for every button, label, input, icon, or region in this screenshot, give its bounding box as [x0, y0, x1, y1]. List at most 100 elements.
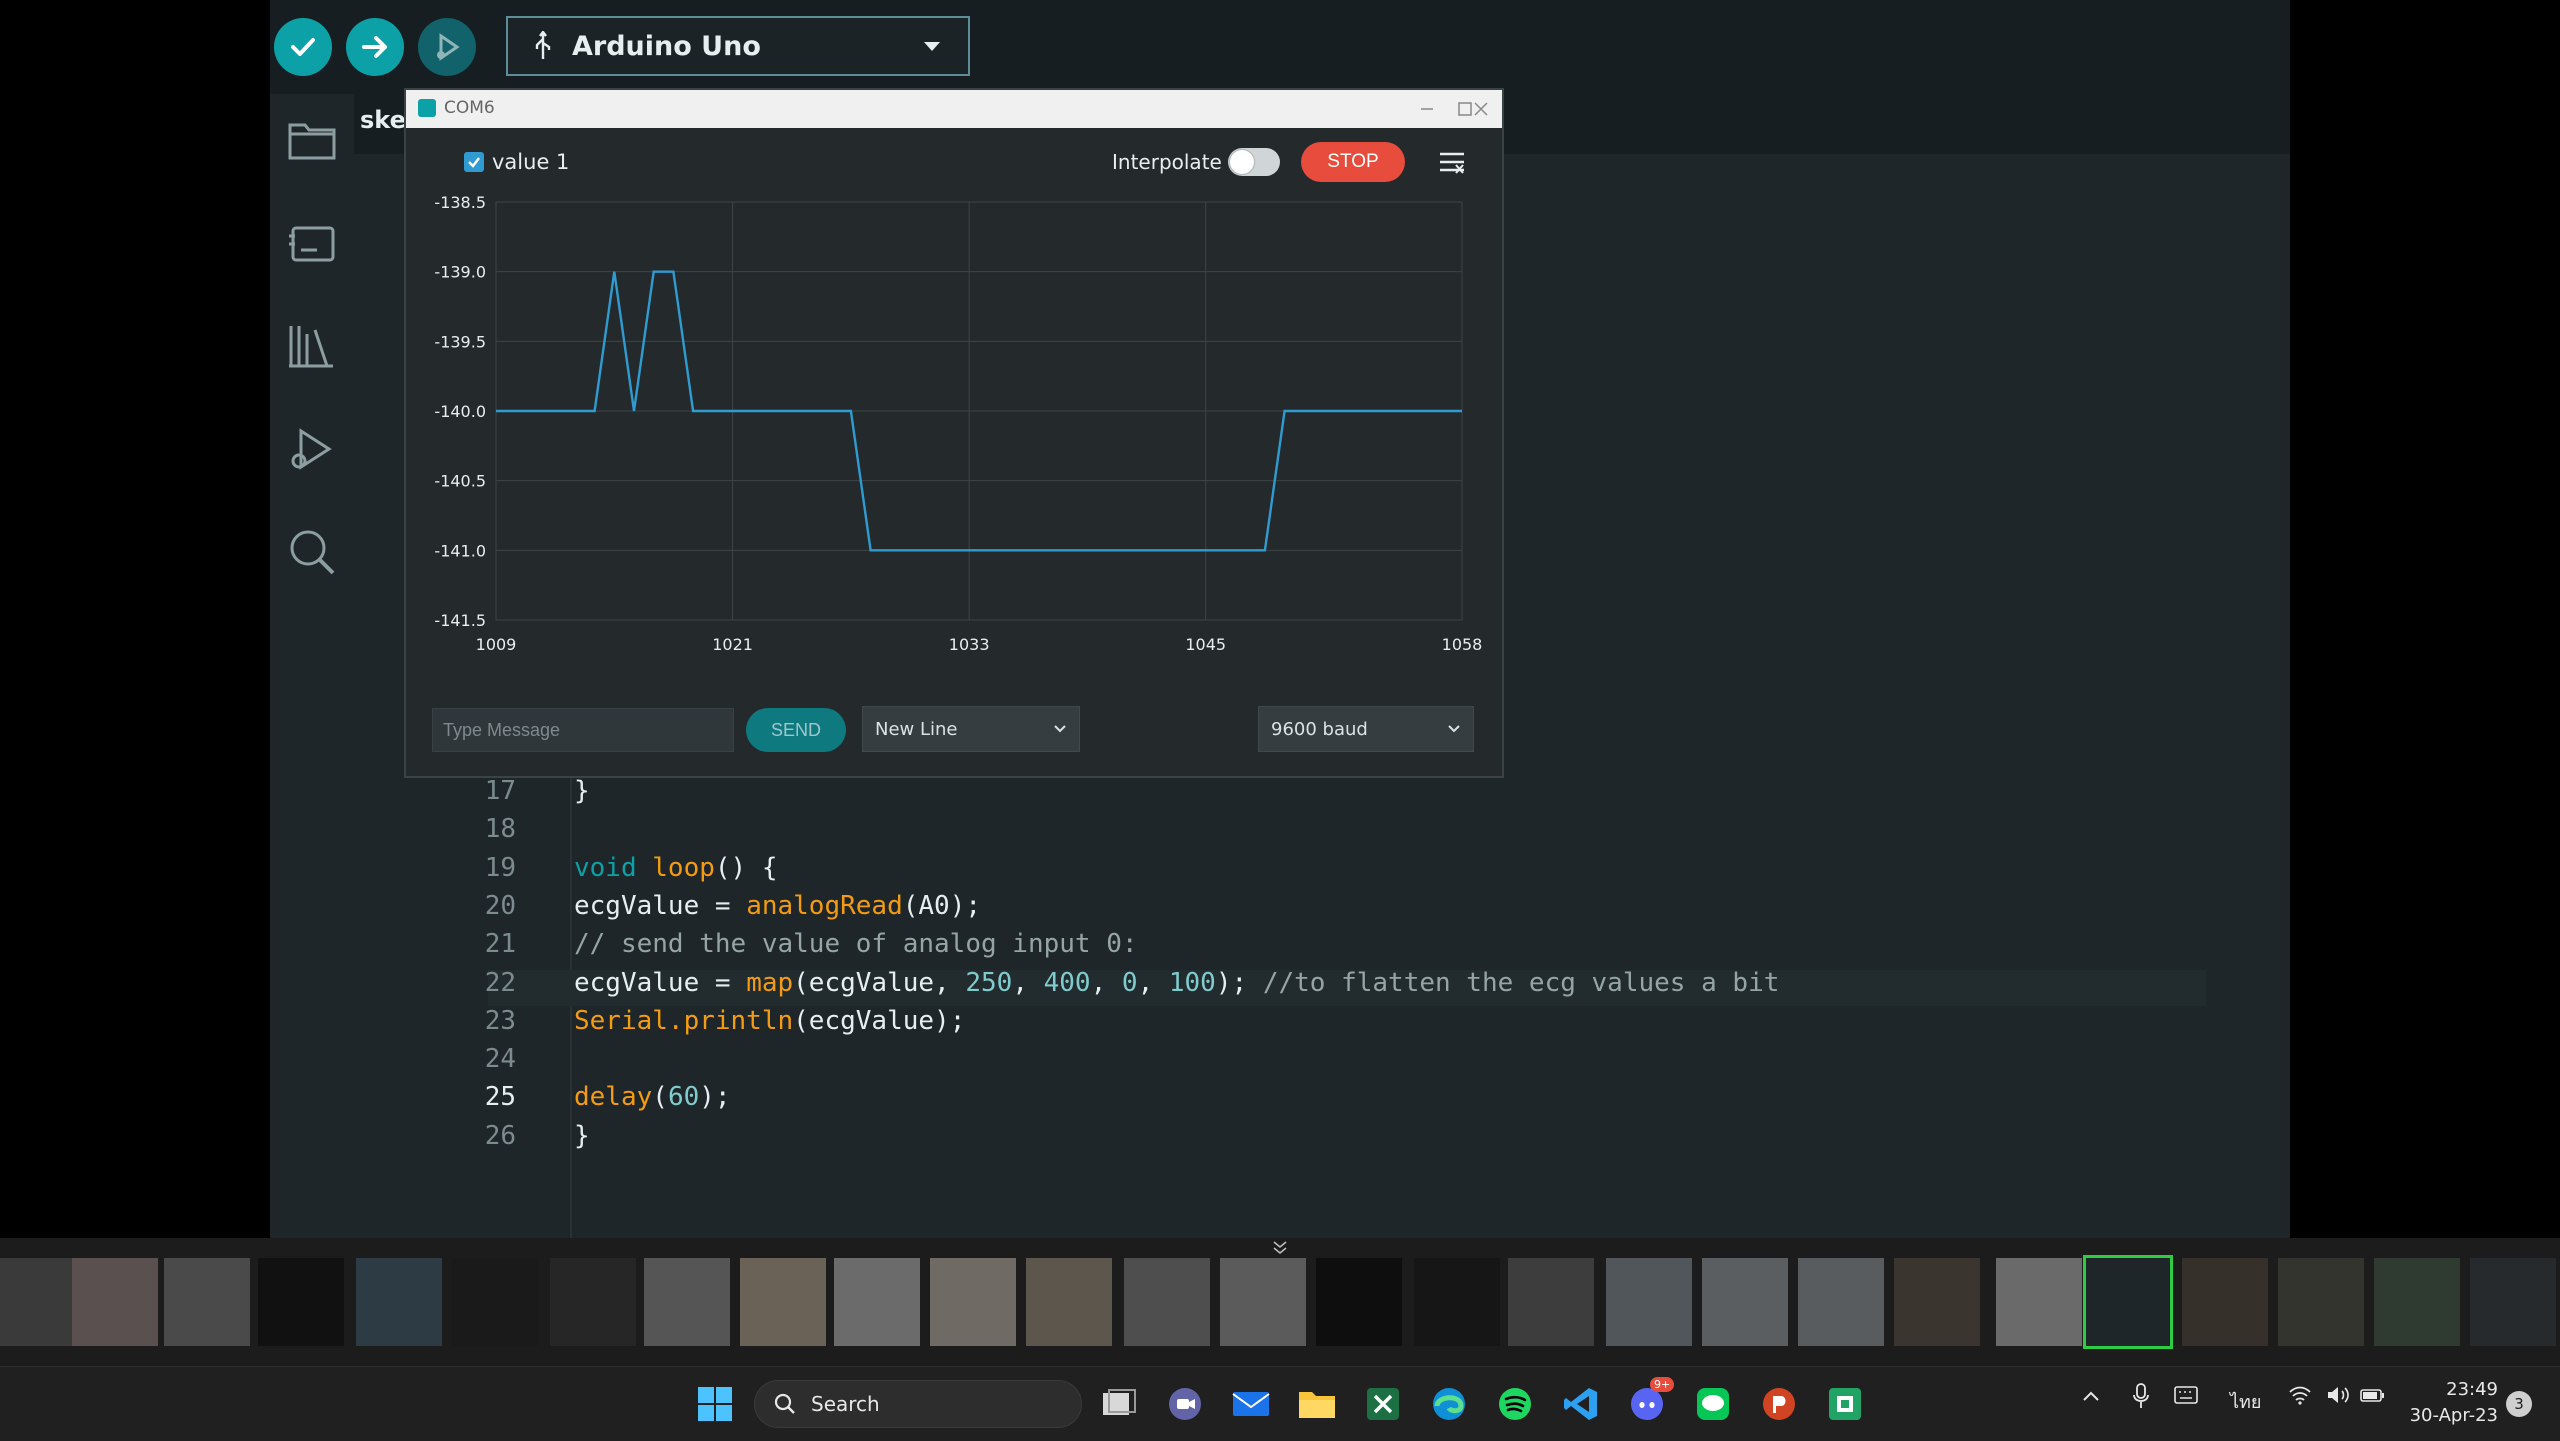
- system-clock[interactable]: 23:49 30-Apr-23: [2408, 1377, 2498, 1429]
- baud-rate-select[interactable]: 9600 baud: [1258, 706, 1474, 752]
- wifi-button[interactable]: [2288, 1385, 2312, 1410]
- window-thumbnail[interactable]: [1894, 1258, 1980, 1346]
- window-thumbnail[interactable]: [644, 1258, 730, 1346]
- toggle-knob: [1230, 150, 1254, 174]
- line-button[interactable]: [1690, 1381, 1736, 1427]
- verify-button[interactable]: [274, 18, 332, 76]
- window-thumbnail[interactable]: [1220, 1258, 1306, 1346]
- send-button[interactable]: SEND: [746, 708, 846, 752]
- debug-button[interactable]: [418, 18, 476, 76]
- code-line[interactable]: void loop() {: [574, 853, 778, 883]
- window-thumbnail[interactable]: [834, 1258, 920, 1346]
- window-thumbnail[interactable]: [1316, 1258, 1402, 1346]
- debugger-button[interactable]: [282, 418, 342, 478]
- boards-manager-button[interactable]: [282, 214, 342, 274]
- chevron-up-icon: [2083, 1391, 2099, 1401]
- spotify-button[interactable]: [1492, 1381, 1538, 1427]
- board-selector[interactable]: Arduino Uno: [506, 16, 970, 76]
- window-thumbnail[interactable]: [2470, 1258, 2556, 1346]
- taskbar-search[interactable]: Search: [754, 1380, 1082, 1428]
- chevron-down-icon[interactable]: [1270, 1240, 1290, 1256]
- library-manager-button[interactable]: [282, 316, 342, 376]
- mail-button[interactable]: [1228, 1381, 1274, 1427]
- code-line[interactable]: ecgValue = analogRead(A0);: [574, 891, 981, 921]
- line-ending-select[interactable]: New Line: [862, 706, 1080, 752]
- window-thumbnail[interactable]: [2374, 1258, 2460, 1346]
- edge-icon: [1433, 1388, 1465, 1420]
- plot-chart: -138.5 -139.0 -139.5 -140.0 -140.5 -141.0 -141…: [434, 193, 1482, 654]
- notification-badge[interactable]: 3: [2506, 1391, 2532, 1417]
- series-checkbox[interactable]: [464, 152, 484, 172]
- code-line[interactable]: // send the value of analog input 0:: [574, 929, 1138, 959]
- battery-button[interactable]: [2360, 1385, 2386, 1410]
- search-button[interactable]: [282, 522, 342, 582]
- window-thumbnail[interactable]: [356, 1258, 442, 1346]
- app-button[interactable]: [1822, 1381, 1868, 1427]
- window-thumbnail[interactable]: [72, 1258, 158, 1346]
- excel-button[interactable]: [1360, 1381, 1406, 1427]
- clock-date: 30-Apr-23: [2409, 1405, 2498, 1426]
- minimize-button[interactable]: [1414, 96, 1440, 122]
- debug-icon: [437, 33, 460, 61]
- window-thumbnail[interactable]: [1606, 1258, 1692, 1346]
- window-thumbnail[interactable]: [1702, 1258, 1788, 1346]
- y-tick-label: -141.5: [434, 611, 486, 630]
- window-thumbnail[interactable]: [1414, 1258, 1500, 1346]
- clear-menu-button[interactable]: [1436, 148, 1468, 178]
- window-thumbnail[interactable]: [452, 1258, 538, 1346]
- ide-toolbar: Arduino Uno: [270, 0, 2290, 94]
- window-thumbnail[interactable]: [258, 1258, 344, 1346]
- series-label: value 1: [492, 150, 570, 174]
- window-thumbnail[interactable]: [1124, 1258, 1210, 1346]
- clock-time: 23:49: [2446, 1379, 2498, 1400]
- keyboard-button[interactable]: [2174, 1385, 2198, 1410]
- microphone-button[interactable]: [2132, 1383, 2150, 1414]
- y-tick-label: -139.5: [434, 332, 486, 351]
- window-thumbnail[interactable]: [2182, 1258, 2268, 1346]
- teams-button[interactable]: [1162, 1381, 1208, 1427]
- code-line[interactable]: ecgValue = map(ecgValue, 250, 400, 0, 10…: [574, 968, 1779, 998]
- interpolate-toggle[interactable]: [1228, 148, 1280, 176]
- window-thumbnail[interactable]: [2083, 1255, 2173, 1349]
- task-view-button[interactable]: [1096, 1381, 1142, 1427]
- line-number: 22: [484, 967, 516, 998]
- window-thumbnail[interactable]: [1996, 1258, 2082, 1346]
- stop-button[interactable]: STOP: [1301, 142, 1405, 182]
- tray-overflow-button[interactable]: [2082, 1387, 2100, 1408]
- volume-button[interactable]: [2326, 1385, 2352, 1410]
- line-icon: [1697, 1388, 1729, 1420]
- powerpoint-button[interactable]: [1756, 1381, 1802, 1427]
- window-thumbnail[interactable]: [1026, 1258, 1112, 1346]
- search-icon: [290, 530, 335, 575]
- search-label: Search: [811, 1392, 880, 1416]
- y-tick-label: -140.5: [434, 472, 486, 491]
- window-thumbnail[interactable]: [930, 1258, 1016, 1346]
- window-thumbnail[interactable]: [550, 1258, 636, 1346]
- clear-list-icon: [1440, 152, 1464, 174]
- x-tick-label: 1009: [476, 635, 517, 654]
- discord-button[interactable]: 9+: [1624, 1377, 1675, 1427]
- sketch-tab[interactable]: ske: [360, 106, 406, 134]
- edge-button[interactable]: [1426, 1381, 1472, 1427]
- input-language[interactable]: ไทย: [2230, 1387, 2261, 1416]
- file-explorer-button[interactable]: [1294, 1381, 1340, 1427]
- start-button[interactable]: [692, 1381, 738, 1427]
- window-thumbnail[interactable]: [740, 1258, 826, 1346]
- sketchbook-button[interactable]: [282, 110, 342, 170]
- message-input[interactable]: [432, 708, 734, 752]
- window-thumbnail[interactable]: [1798, 1258, 1884, 1346]
- vscode-button[interactable]: [1558, 1381, 1604, 1427]
- close-button[interactable]: [1468, 96, 1494, 122]
- boards-icon: [289, 226, 335, 262]
- code-line[interactable]: delay(60);: [574, 1082, 731, 1112]
- upload-button[interactable]: [346, 18, 404, 76]
- code-line[interactable]: }: [574, 1121, 590, 1151]
- line-number: 19: [484, 852, 516, 883]
- code-line[interactable]: }: [574, 776, 590, 806]
- chevron-down-icon: [1054, 725, 1066, 733]
- window-thumbnail[interactable]: [1508, 1258, 1594, 1346]
- window-thumbnail[interactable]: [2278, 1258, 2364, 1346]
- window-thumbnail[interactable]: [164, 1258, 250, 1346]
- library-icon: [289, 326, 333, 368]
- code-line[interactable]: Serial.println(ecgValue);: [574, 1006, 965, 1036]
